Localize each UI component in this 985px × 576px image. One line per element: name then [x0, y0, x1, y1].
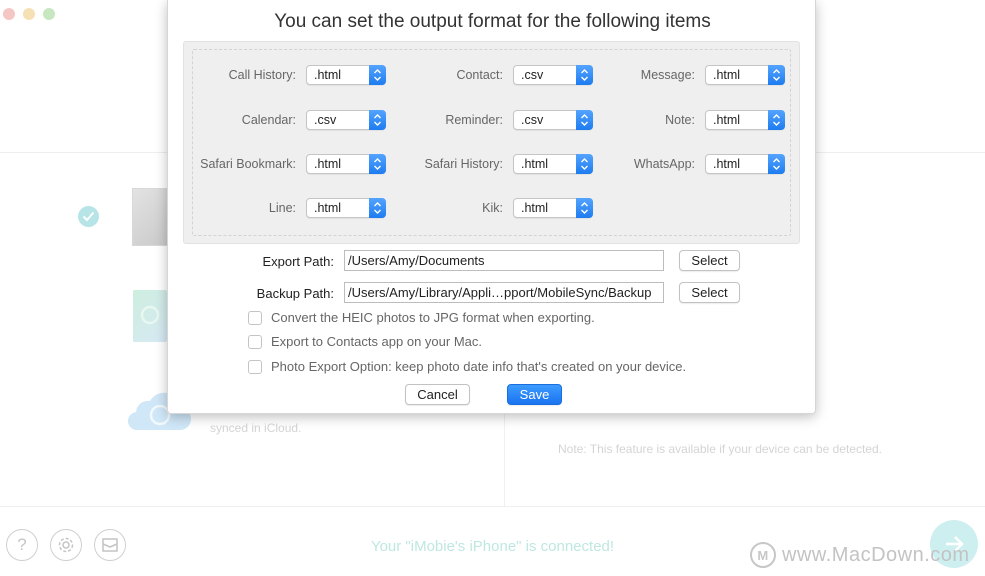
heic-convert-checkbox[interactable] — [248, 310, 262, 325]
safari-bookmark-label: Safari Bookmark: — [200, 157, 296, 171]
line-format-select[interactable]: .html — [306, 198, 386, 218]
cancel-button[interactable]: Cancel — [405, 384, 470, 405]
backup-path-field[interactable]: /Users/Amy/Library/Appli…pport/MobileSyn… — [344, 282, 664, 303]
call-history-label: Call History: — [228, 68, 296, 82]
safari-bookmark-format-select[interactable]: .html — [306, 154, 386, 174]
stepper-icon — [369, 198, 386, 218]
stepper-icon — [369, 110, 386, 130]
stepper-icon — [369, 154, 386, 174]
export-contacts-option[interactable]: Export to Contacts app on your Mac. — [248, 334, 482, 349]
export-path-field[interactable]: /Users/Amy/Documents — [344, 250, 664, 271]
backup-path-label: Backup Path: — [256, 286, 334, 301]
calendar-format-select[interactable]: .csv — [306, 110, 386, 130]
contact-label: Contact: — [456, 68, 503, 82]
heic-convert-option[interactable]: Convert the HEIC photos to JPG format wh… — [248, 310, 595, 325]
safari-history-label: Safari History: — [424, 157, 504, 171]
close-window-button[interactable] — [3, 8, 15, 20]
note-format-select[interactable]: .html — [705, 110, 785, 130]
stepper-icon — [768, 110, 785, 130]
help-icon[interactable]: ? — [6, 529, 38, 561]
stepper-icon — [369, 65, 386, 85]
icloud-description: synced in iCloud. — [210, 421, 302, 435]
window-traffic-lights[interactable] — [3, 8, 55, 20]
stepper-icon — [768, 65, 785, 85]
photo-date-option[interactable]: Photo Export Option: keep photo date inf… — [248, 359, 686, 374]
safari-history-format-select[interactable]: .html — [513, 154, 593, 174]
watermark-logo: M — [750, 542, 776, 568]
maximize-window-button[interactable] — [43, 8, 55, 20]
contact-format-select[interactable]: .csv — [513, 65, 593, 85]
photo-date-checkbox[interactable] — [248, 359, 262, 374]
whatsapp-label: WhatsApp: — [633, 157, 695, 171]
reminder-format-select[interactable]: .csv — [513, 110, 593, 130]
kik-format-select[interactable]: .html — [513, 198, 593, 218]
mail-icon[interactable] — [94, 529, 126, 561]
whatsapp-format-select[interactable]: .html — [705, 154, 785, 174]
export-path-select-button[interactable]: Select — [679, 250, 740, 271]
stepper-icon — [576, 154, 593, 174]
watermark-text: www.MacDown.com — [782, 543, 970, 566]
stepper-icon — [576, 198, 593, 218]
export-path-label: Export Path: — [262, 254, 334, 269]
stepper-icon — [576, 65, 593, 85]
stepper-icon — [768, 154, 785, 174]
output-format-dialog: You can set the output format for the fo… — [167, 0, 816, 414]
minimize-window-button[interactable] — [23, 8, 35, 20]
message-format-select[interactable]: .html — [705, 65, 785, 85]
selected-check-icon — [78, 206, 99, 227]
reminder-label: Reminder: — [445, 113, 503, 127]
kik-label: Kik: — [482, 201, 503, 215]
settings-icon[interactable] — [50, 529, 82, 561]
stepper-icon — [576, 110, 593, 130]
export-contacts-checkbox[interactable] — [248, 334, 262, 349]
itunes-backup-thumbnail — [133, 290, 167, 342]
device-thumbnail — [132, 188, 168, 246]
divider — [504, 414, 505, 506]
note-label: Note: — [665, 113, 695, 127]
message-label: Message: — [640, 68, 695, 82]
export-contacts-label: Export to Contacts app on your Mac. — [271, 334, 482, 349]
heic-convert-label: Convert the HEIC photos to JPG format wh… — [271, 310, 595, 325]
divider — [0, 506, 985, 507]
dialog-title: You can set the output format for the fo… — [274, 11, 711, 32]
call-history-format-select[interactable]: .html — [306, 65, 386, 85]
photo-date-label: Photo Export Option: keep photo date inf… — [271, 359, 687, 374]
backup-path-select-button[interactable]: Select — [679, 282, 740, 303]
watermark: M www.MacDown.com — [750, 542, 970, 568]
line-label: Line: — [268, 201, 296, 215]
feature-note: Note: This feature is available if your … — [558, 442, 882, 456]
save-button[interactable]: Save — [507, 384, 562, 405]
calendar-label: Calendar: — [241, 113, 296, 127]
